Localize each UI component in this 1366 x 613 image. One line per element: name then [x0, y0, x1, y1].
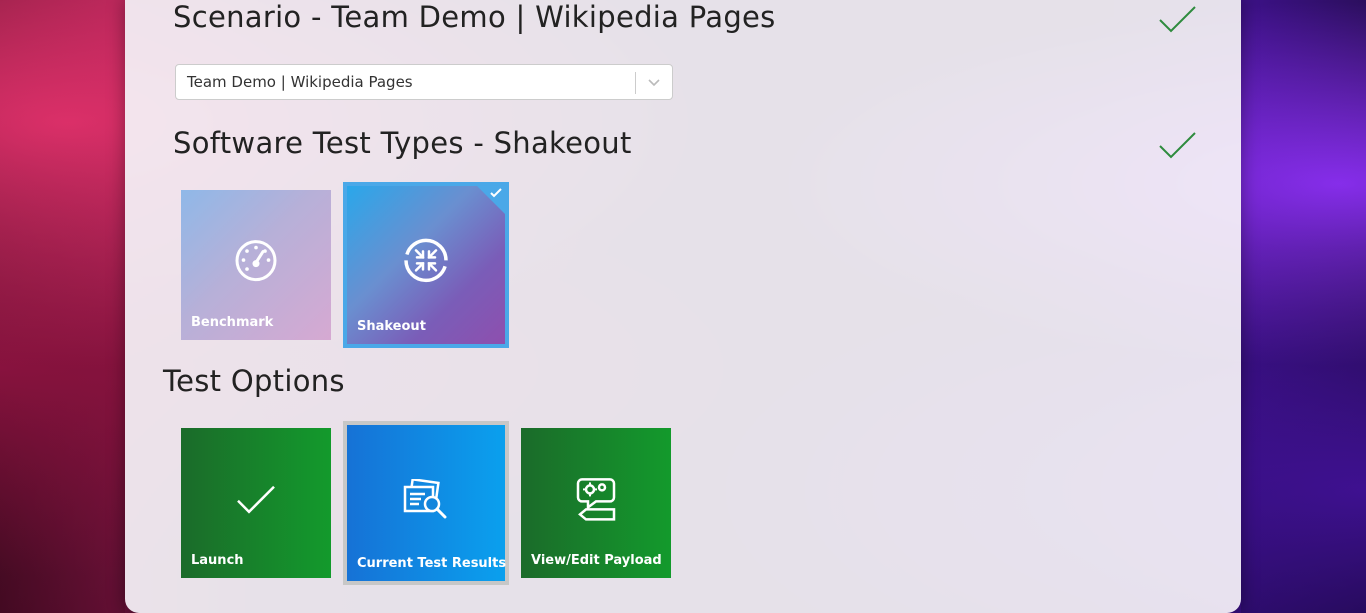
launch-tile[interactable]: Launch: [181, 428, 331, 578]
launch-label: Launch: [191, 553, 244, 568]
view-edit-payload-tile[interactable]: View/Edit Payload: [521, 428, 671, 578]
background-left: [0, 0, 125, 613]
shakeout-tile[interactable]: Shakeout: [343, 182, 509, 348]
test-types-title: Software Test Types - Shakeout: [173, 126, 632, 160]
selected-check-icon: [490, 188, 502, 198]
scenario-title: Scenario - Team Demo | Wikipedia Pages: [173, 0, 776, 34]
benchmark-tile[interactable]: Benchmark: [181, 190, 331, 340]
view-edit-payload-label: View/Edit Payload: [531, 553, 662, 568]
chevron-down-icon[interactable]: [647, 76, 661, 90]
gauge-icon: [235, 240, 277, 282]
benchmark-label: Benchmark: [191, 315, 274, 330]
gears-chat-icon: [576, 478, 616, 521]
current-test-results-tile[interactable]: Current Test Results: [343, 421, 509, 585]
test-types-complete-check-icon: [1159, 132, 1196, 159]
background-right: [1241, 0, 1366, 613]
shakeout-arrows-icon: [404, 238, 448, 283]
scenario-select-value: Team Demo | Wikipedia Pages: [187, 73, 413, 91]
shakeout-label: Shakeout: [357, 319, 426, 334]
checkmark-icon: [237, 485, 275, 514]
scenario-complete-check-icon: [1159, 6, 1196, 33]
current-test-results-label: Current Test Results: [357, 556, 507, 571]
select-separator: [635, 72, 636, 94]
scenario-select[interactable]: Team Demo | Wikipedia Pages: [175, 64, 673, 100]
test-options-title: Test Options: [163, 364, 345, 398]
documents-search-icon: [403, 479, 447, 519]
